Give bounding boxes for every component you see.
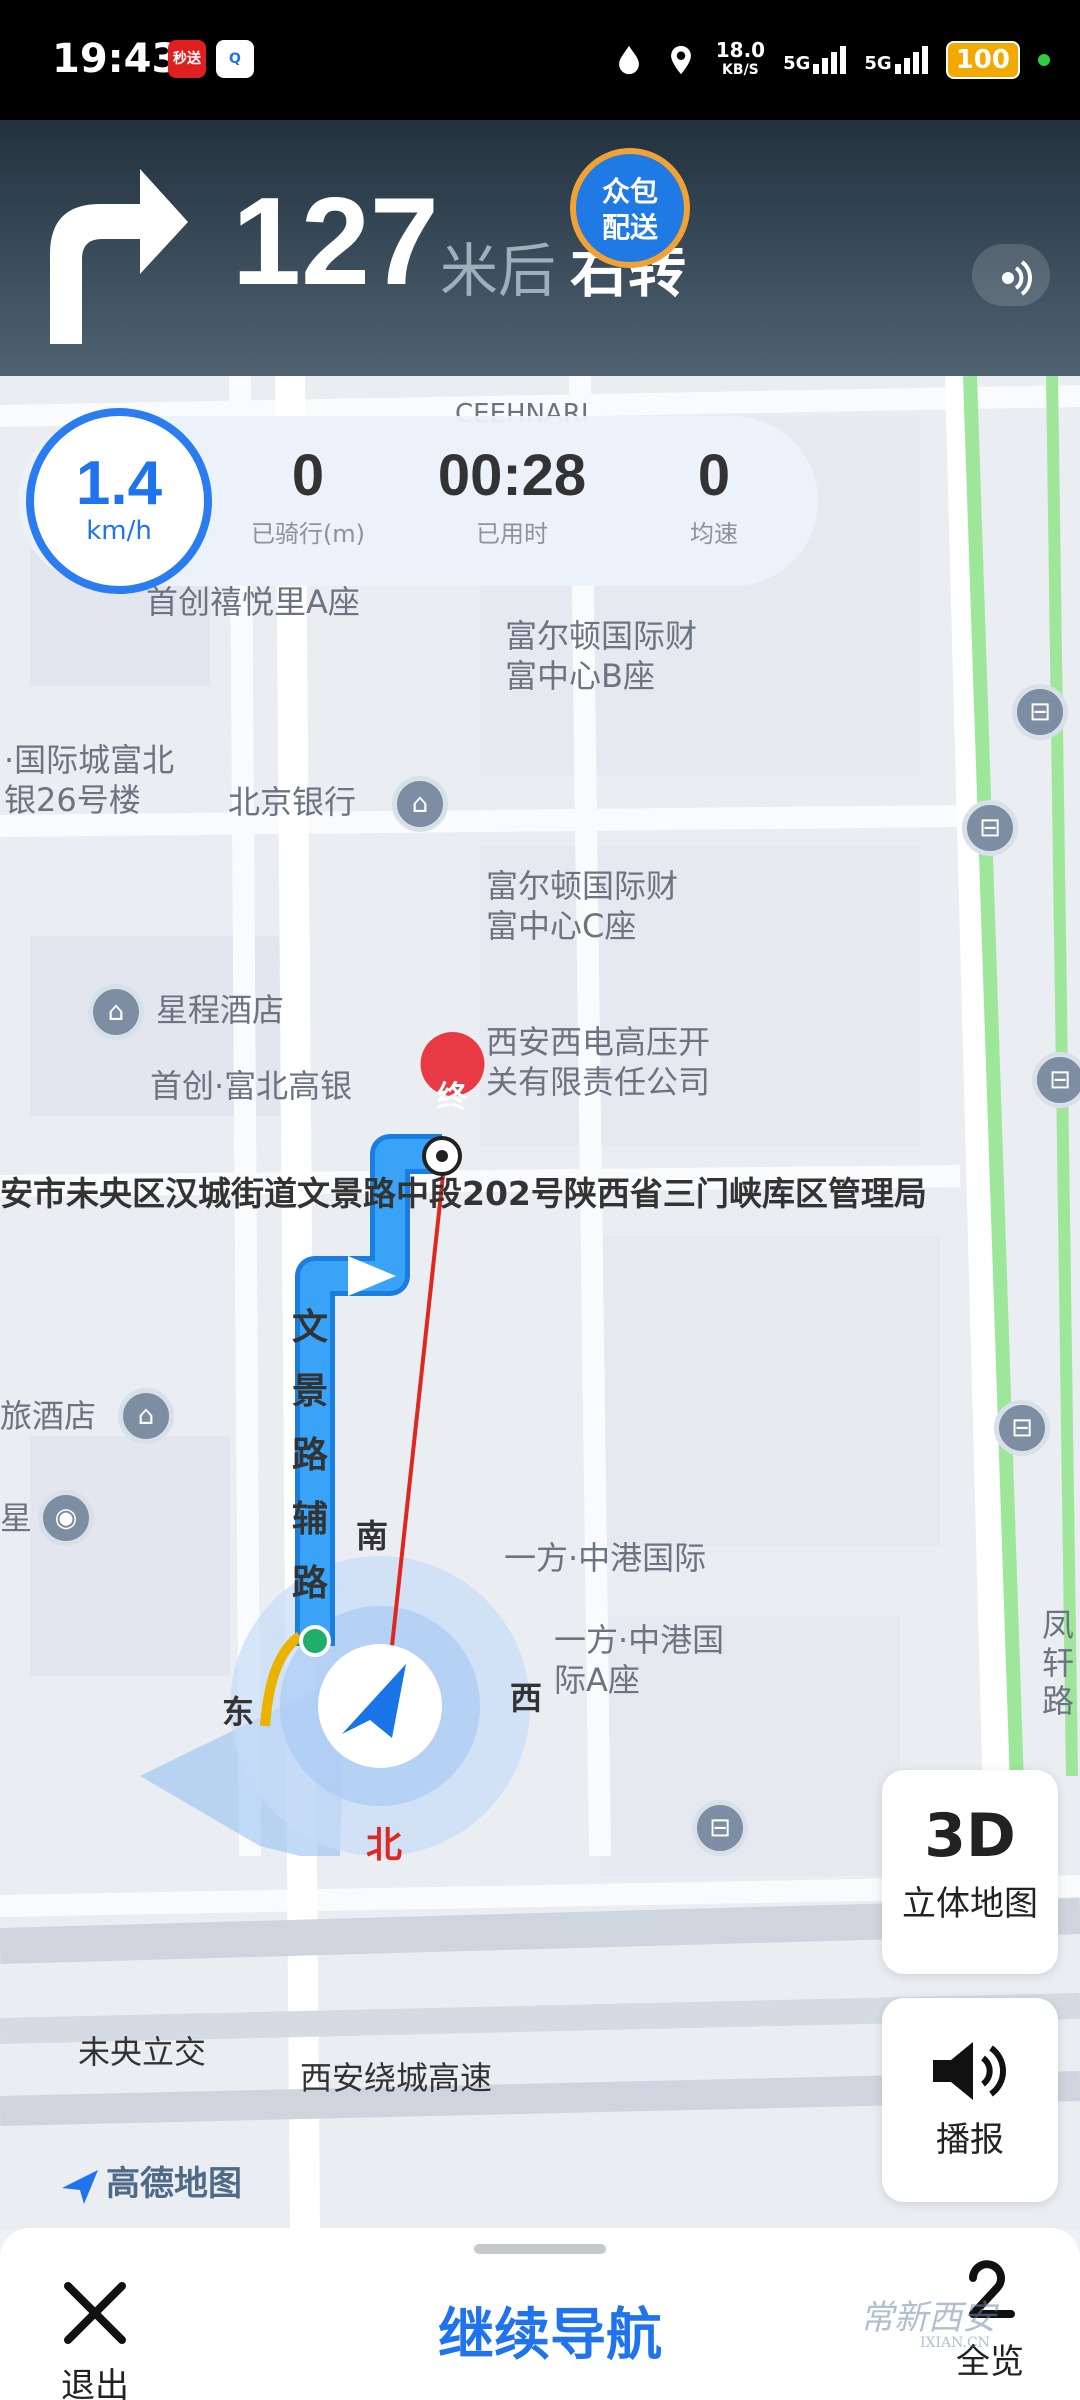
status-time: 19:43	[52, 36, 180, 82]
turn-right-arrow-icon	[50, 169, 188, 344]
watermark-text: 常新西安	[860, 2298, 996, 2338]
poi-bank[interactable]: 北京银行	[228, 782, 356, 822]
app-badge-q-icon: Q	[216, 40, 254, 78]
compass-south: 南	[356, 1517, 389, 1555]
avg-value: 0	[697, 443, 731, 508]
3d-title: 3D	[924, 1801, 1016, 1871]
status-right-group: 18.0 KB/S 5G 5G 100	[612, 34, 1050, 86]
poi-yifang-a-line2[interactable]: 际A座	[554, 1660, 640, 1700]
net-speed-unit: KB/S	[722, 62, 759, 78]
3d-map-button[interactable]: 3D 立体地图	[882, 1770, 1058, 1974]
end-marker-label: 终	[437, 1080, 467, 1115]
time-label: 已用时	[476, 520, 548, 548]
turn-unit: 米后	[440, 237, 557, 305]
poi-fuerdun-b-line1[interactable]: 富尔顿国际财	[505, 616, 697, 656]
stat-avg-speed: 0 均速	[624, 446, 804, 549]
poi-xidian-line2[interactable]: 关有限责任公司	[486, 1062, 710, 1102]
avg-label: 均速	[690, 520, 738, 548]
poi-yifang[interactable]: 一方·中港国际	[504, 1538, 706, 1578]
active-dot	[1038, 54, 1050, 66]
watermark-url: IXIAN.CN	[920, 2335, 990, 2351]
compass-north: 北	[366, 1825, 403, 1866]
poi-yifang-a-line1[interactable]: 一方·中港国	[554, 1620, 724, 1660]
road-ring-expressway: 西安绕城高速	[300, 2059, 493, 2097]
status-bar: 19:43 秒送 Q 18.0 KB/S 5G 5G 100	[0, 0, 1080, 120]
close-icon	[64, 2282, 126, 2344]
bus-stop-icon-1[interactable]: ⊟	[1012, 684, 1068, 740]
signal-icon-2: 5G	[864, 46, 928, 74]
poi-guoji-line1[interactable]: ·国际城富北	[4, 740, 174, 780]
road-label-vertical: 文景路辅路	[292, 1307, 329, 1604]
exit-button[interactable]: 退出	[40, 2278, 150, 2400]
net-speed-value: 18.0	[715, 38, 766, 62]
drag-handle[interactable]	[474, 2244, 606, 2254]
amap-logo-icon	[62, 2169, 98, 2204]
speed-value: 1.4	[75, 449, 163, 518]
broadcast-button[interactable]: 播报	[882, 1998, 1058, 2202]
bank-icon[interactable]: ⌂	[392, 776, 448, 832]
net-speed: 18.0 KB/S	[716, 40, 765, 80]
app-badge-miaosong: 秒送	[168, 40, 206, 78]
crowd-delivery-badge[interactable]: 众包 配送	[570, 148, 690, 268]
poi-guoji-line2[interactable]: 银26号楼	[4, 780, 141, 820]
poi-xidian-line1[interactable]: 西安西电高压开	[486, 1022, 710, 1062]
poi-star-hotel[interactable]: 星程酒店	[156, 990, 284, 1030]
continue-navigation-button[interactable]: 继续导航	[380, 2290, 720, 2371]
signal-icon: 5G	[783, 46, 847, 74]
signal-label-2: 5G	[864, 53, 892, 74]
bus-stop-icon-5[interactable]: ⊟	[692, 1800, 748, 1856]
poi-fuerdun-c-line2[interactable]: 富中心C座	[486, 906, 636, 946]
ridden-label: 已骑行(m)	[250, 520, 366, 548]
bus-stop-icon-2[interactable]: ⊟	[962, 800, 1018, 856]
compass-east: 东	[222, 1693, 255, 1731]
bus-stop-icon-4[interactable]: ⊟	[994, 1400, 1050, 1456]
time-value: 00:28	[437, 443, 587, 508]
turn-distance: 127	[232, 173, 439, 311]
crowd-badge-line2: 配送	[601, 211, 658, 244]
watermark: 常新西安 IXIAN.CN	[860, 2290, 996, 2351]
destination-address: 安市未央区汉城街道文景路中段202号陕西省三门峡库区管理局	[0, 1174, 927, 1213]
hotel-icon[interactable]: ⌂	[88, 984, 144, 1040]
poi-fuerdun-b-line2[interactable]: 富中心B座	[505, 656, 655, 696]
crowd-badge-line1: 众包	[601, 175, 658, 208]
speed-unit: km/h	[86, 516, 152, 546]
poi-left-partial[interactable]: 星	[0, 1498, 32, 1538]
exit-label: 退出	[61, 2366, 129, 2400]
turn-instruction-header: 127 米后 右转 众包 配送	[0, 120, 1080, 376]
poi-fengxuan: 凤轩路	[1042, 1606, 1075, 1720]
amap-logo: 高德地图	[60, 2156, 242, 2206]
hotel-icon-2[interactable]: ⌂	[118, 1388, 174, 1444]
drop-icon	[618, 45, 639, 75]
restaurant-icon[interactable]: ◉	[38, 1490, 94, 1546]
bus-stop-icon-3[interactable]: ⊟	[1032, 1052, 1080, 1108]
amap-logo-text: 高德地图	[106, 2164, 242, 2204]
signal-label-1: 5G	[783, 53, 811, 74]
3d-label: 立体地图	[902, 1884, 1038, 1924]
poi-weiyang-interchange: 未央立交	[78, 2033, 207, 2071]
gps-signal-button[interactable]	[972, 244, 1050, 306]
poi-fuerdun-c-line1[interactable]: 富尔顿国际财	[486, 866, 678, 906]
gps-signal-icon	[1002, 260, 1032, 296]
poi-shouchuang-a[interactable]: 首创禧悦里A座	[146, 582, 360, 622]
compass-west: 西	[510, 1679, 543, 1717]
current-speed-gauge: 1.4 km/h	[26, 408, 212, 594]
poi-hotel-left[interactable]: 旅酒店	[0, 1396, 96, 1436]
stat-time: 00:28 已用时	[422, 446, 602, 549]
broadcast-label: 播报	[936, 2120, 1004, 2160]
speaker-icon	[933, 2042, 1006, 2100]
stat-ridden: 0 已骑行(m)	[218, 446, 398, 549]
poi-fubei[interactable]: 首创·富北高银	[150, 1066, 352, 1106]
location-pin-icon	[670, 45, 691, 75]
ridden-value: 0	[291, 443, 325, 508]
battery-icon: 100	[945, 41, 1020, 79]
